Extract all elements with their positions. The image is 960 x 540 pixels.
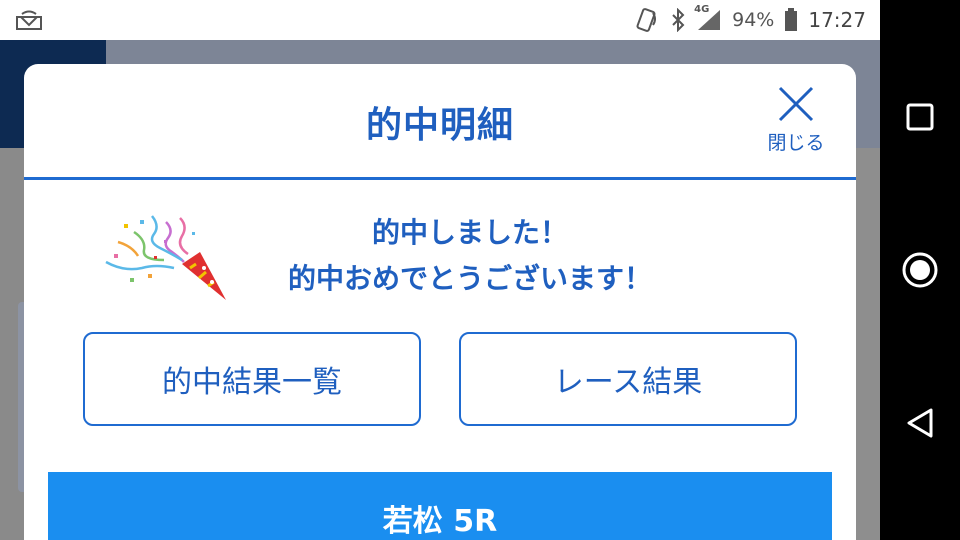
signal-icon: 4G	[694, 4, 722, 32]
recents-icon	[906, 103, 934, 131]
party-popper-icon	[105, 215, 226, 300]
congrats-line-1: 的中しました！	[371, 216, 568, 249]
nfc-icon	[634, 7, 660, 33]
back-button[interactable]	[900, 403, 940, 443]
clock: 17:27	[808, 8, 866, 32]
race-header: 若松 5R	[48, 472, 832, 540]
home-icon	[902, 252, 938, 288]
back-icon	[907, 408, 933, 438]
cast-notification-icon	[16, 10, 42, 30]
hit-details-modal: 的中明細 閉じる 的中しました！ 的中おめでとうございます！ 的中結果一覧 レー…	[24, 64, 856, 540]
battery-percent: 94%	[732, 9, 775, 31]
battery-icon	[784, 8, 798, 32]
race-results-button[interactable]: レース結果	[459, 332, 797, 426]
navigation-bar	[880, 0, 960, 540]
congrats-message: 的中しました！ 的中おめでとうございます！	[224, 210, 716, 302]
modal-header: 的中明細 閉じる	[24, 64, 856, 180]
close-icon	[778, 86, 814, 122]
close-label: 閉じる	[767, 132, 825, 154]
bluetooth-icon	[670, 8, 686, 32]
close-button[interactable]: 閉じる	[760, 84, 832, 162]
hit-results-list-button[interactable]: 的中結果一覧	[83, 332, 421, 426]
home-button[interactable]	[900, 250, 940, 290]
congrats-section: 的中しました！ 的中おめでとうございます！	[24, 204, 856, 304]
congrats-line-2: 的中おめでとうございます！	[287, 262, 652, 295]
status-bar: 4G 94% 17:27	[0, 0, 880, 40]
recents-button[interactable]	[900, 97, 940, 137]
network-type: 4G	[694, 4, 710, 15]
action-buttons: 的中結果一覧 レース結果	[83, 332, 797, 426]
modal-title: 的中明細	[365, 105, 514, 146]
